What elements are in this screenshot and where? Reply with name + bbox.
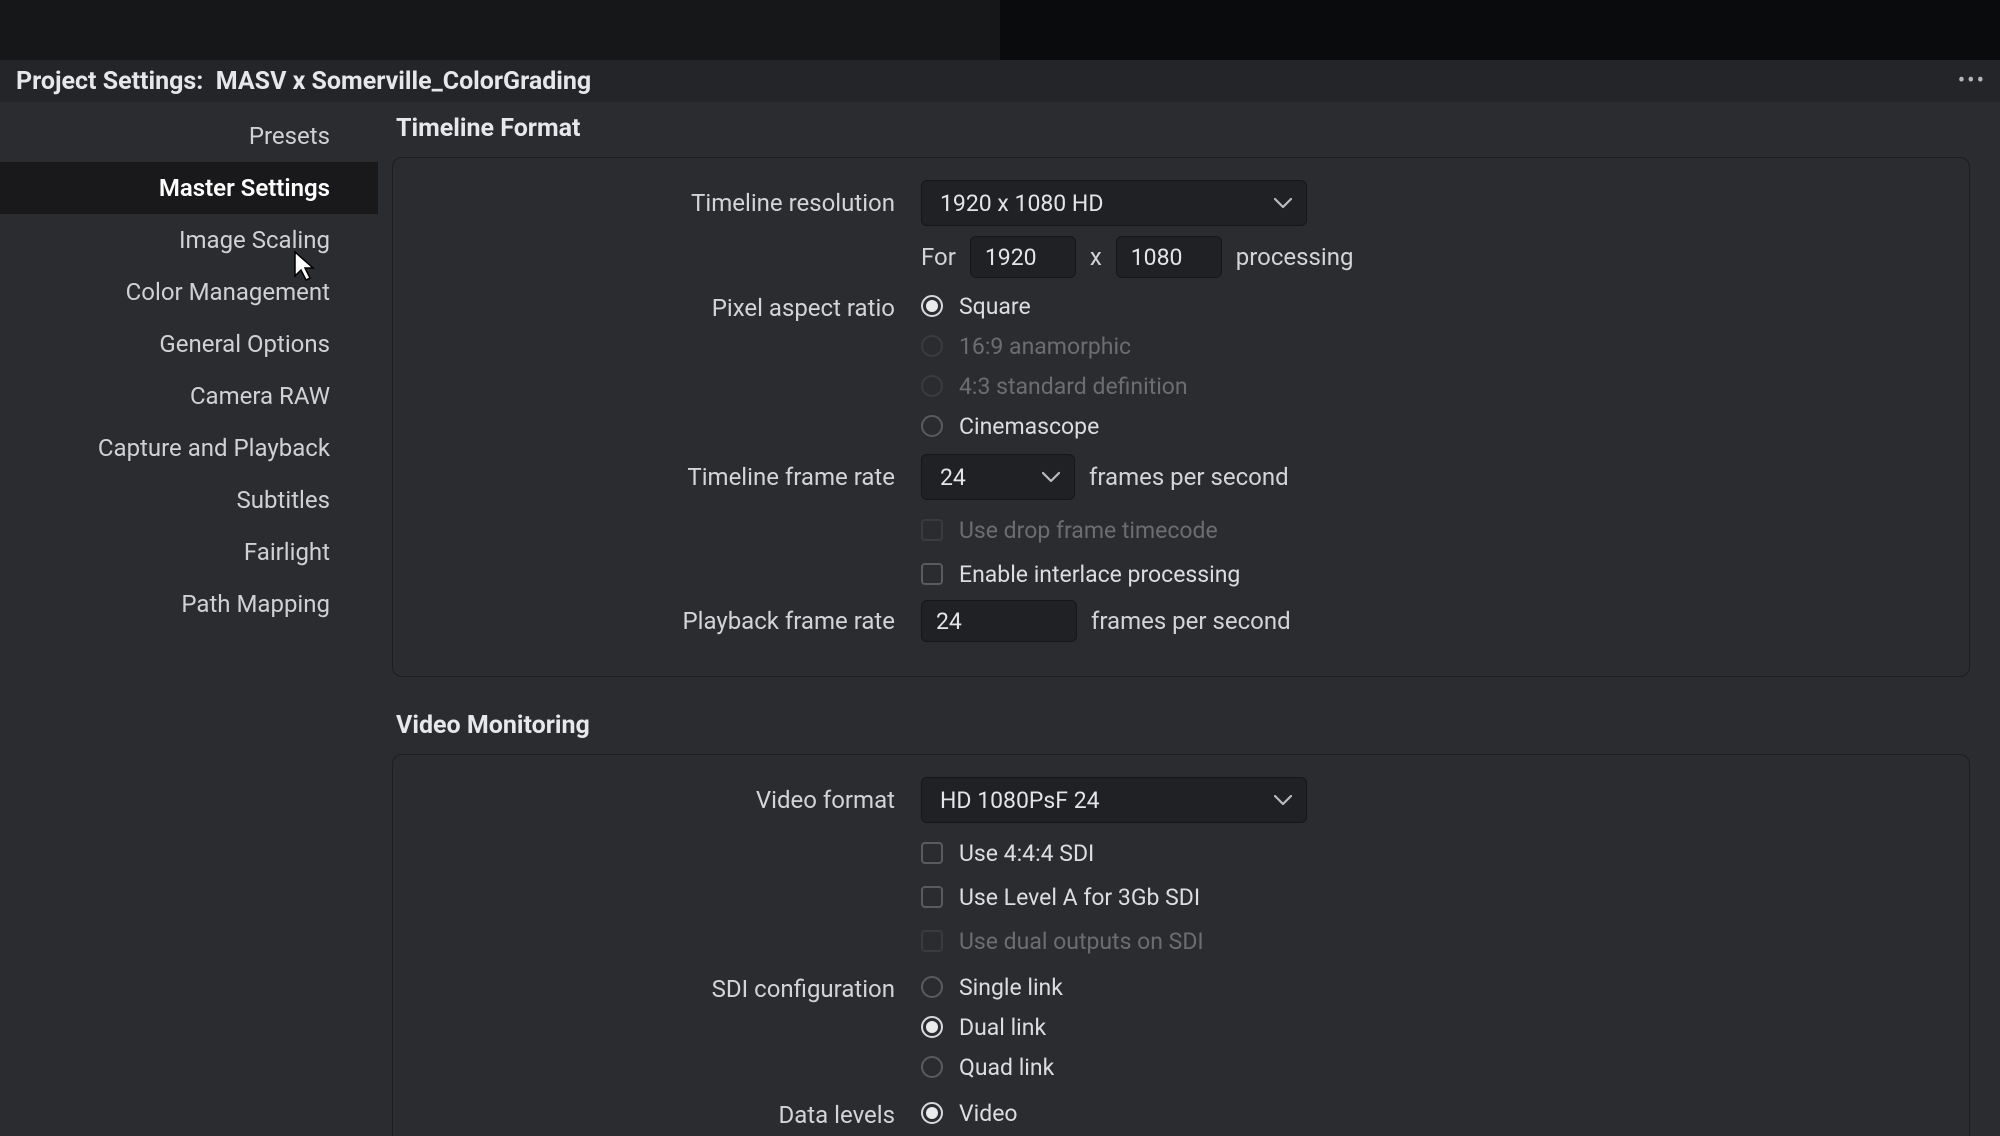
panel-video-monitoring: Video format HD 1080PsF 24 Use 4:4:4 S xyxy=(392,754,1970,1136)
label-pixel-aspect: Pixel aspect ratio xyxy=(421,288,921,322)
radio-dot-icon xyxy=(921,335,943,357)
label-playback-fps: Playback frame rate xyxy=(421,607,921,635)
label-timeline-fps: Timeline frame rate xyxy=(421,463,921,491)
sidebar-item-image-scaling[interactable]: Image Scaling xyxy=(0,214,378,266)
sidebar-item-label: Subtitles xyxy=(237,486,330,514)
chevron-down-icon xyxy=(1274,197,1292,209)
section-title-timeline-format: Timeline Format xyxy=(396,114,1970,143)
sidebar-item-label: Image Scaling xyxy=(179,226,330,254)
radio-pixel-aspect-square[interactable]: Square xyxy=(921,288,1188,324)
panel-timeline-format: Timeline resolution 1920 x 1080 HD For 1… xyxy=(392,157,1970,677)
sidebar-item-camera-raw[interactable]: Camera RAW xyxy=(0,370,378,422)
radio-sdi-quad[interactable]: Quad link xyxy=(921,1049,1063,1085)
top-strip xyxy=(0,0,2000,60)
sidebar-item-label: Fairlight xyxy=(244,538,330,566)
input-playback-fps[interactable]: 24 xyxy=(921,600,1077,642)
sidebar-item-label: Path Mapping xyxy=(181,590,330,618)
select-timeline-resolution[interactable]: 1920 x 1080 HD xyxy=(921,180,1307,226)
label-fps-suffix: frames per second xyxy=(1089,463,1289,491)
select-video-format[interactable]: HD 1080PsF 24 xyxy=(921,777,1307,823)
sidebar-item-color-management[interactable]: Color Management xyxy=(0,266,378,318)
radio-dot-icon xyxy=(921,1102,943,1124)
sidebar-item-label: Master Settings xyxy=(159,174,330,202)
check-444-sdi[interactable]: Use 4:4:4 SDI xyxy=(921,835,1094,871)
checkbox-icon xyxy=(921,842,943,864)
select-timeline-fps[interactable]: 24 xyxy=(921,454,1075,500)
sidebar-item-fairlight[interactable]: Fairlight xyxy=(0,526,378,578)
sidebar-item-general-options[interactable]: General Options xyxy=(0,318,378,370)
checkbox-icon xyxy=(921,886,943,908)
sidebar-item-label: Capture and Playback xyxy=(98,434,330,462)
label-fps-suffix-2: frames per second xyxy=(1091,607,1291,635)
main-content: Timeline Format Timeline resolution 1920… xyxy=(378,102,2000,1136)
check-dual-outputs: Use dual outputs on SDI xyxy=(921,923,1204,959)
radio-sdi-single[interactable]: Single link xyxy=(921,969,1063,1005)
input-resolution-height[interactable]: 1080 xyxy=(1116,236,1222,278)
chevron-down-icon xyxy=(1042,471,1060,483)
label-x: x xyxy=(1090,243,1102,271)
radio-sdi-dual[interactable]: Dual link xyxy=(921,1009,1063,1045)
radio-pixel-aspect-169: 16:9 anamorphic xyxy=(921,328,1188,364)
label-for: For xyxy=(921,243,956,271)
sidebar: Presets Master Settings Image Scaling Co… xyxy=(0,102,378,1136)
check-interlace[interactable]: Enable interlace processing xyxy=(921,556,1240,592)
radio-pixel-aspect-43: 4:3 standard definition xyxy=(921,368,1188,404)
check-drop-frame: Use drop frame timecode xyxy=(921,512,1218,548)
checkbox-icon xyxy=(921,563,943,585)
checkbox-icon xyxy=(921,930,943,952)
sidebar-item-label: Presets xyxy=(249,122,330,150)
select-value: 1920 x 1080 HD xyxy=(940,190,1103,217)
sidebar-item-subtitles[interactable]: Subtitles xyxy=(0,474,378,526)
radio-dot-icon xyxy=(921,976,943,998)
more-icon[interactable]: ••• xyxy=(1958,69,1986,94)
label-video-format: Video format xyxy=(421,786,921,814)
checkbox-icon xyxy=(921,519,943,541)
label-sdi-config: SDI configuration xyxy=(421,969,921,1003)
input-resolution-width[interactable]: 1920 xyxy=(970,236,1076,278)
sidebar-item-label: General Options xyxy=(159,330,330,358)
select-value: 24 xyxy=(940,464,966,491)
sidebar-item-path-mapping[interactable]: Path Mapping xyxy=(0,578,378,630)
radio-data-video[interactable]: Video xyxy=(921,1095,1018,1131)
sidebar-item-capture-playback[interactable]: Capture and Playback xyxy=(0,422,378,474)
titlebar-title: Project Settings: MASV x Somerville_Colo… xyxy=(16,67,591,96)
radio-dot-icon xyxy=(921,295,943,317)
titlebar: Project Settings: MASV x Somerville_Colo… xyxy=(0,60,2000,102)
section-title-video-monitoring: Video Monitoring xyxy=(396,711,1970,740)
radio-pixel-aspect-cinemascope[interactable]: Cinemascope xyxy=(921,408,1188,444)
radio-dot-icon xyxy=(921,1056,943,1078)
label-processing: processing xyxy=(1236,243,1354,271)
top-strip-left xyxy=(0,0,1000,60)
select-value: HD 1080PsF 24 xyxy=(940,787,1100,814)
radio-dot-icon xyxy=(921,375,943,397)
sidebar-item-master-settings[interactable]: Master Settings xyxy=(0,162,378,214)
radio-dot-icon xyxy=(921,1016,943,1038)
label-timeline-resolution: Timeline resolution xyxy=(421,189,921,217)
radio-dot-icon xyxy=(921,415,943,437)
label-data-levels: Data levels xyxy=(421,1095,921,1129)
sidebar-item-label: Color Management xyxy=(126,278,330,306)
check-level-a[interactable]: Use Level A for 3Gb SDI xyxy=(921,879,1200,915)
chevron-down-icon xyxy=(1274,794,1292,806)
sidebar-item-label: Camera RAW xyxy=(190,382,330,410)
sidebar-item-presets[interactable]: Presets xyxy=(0,110,378,162)
